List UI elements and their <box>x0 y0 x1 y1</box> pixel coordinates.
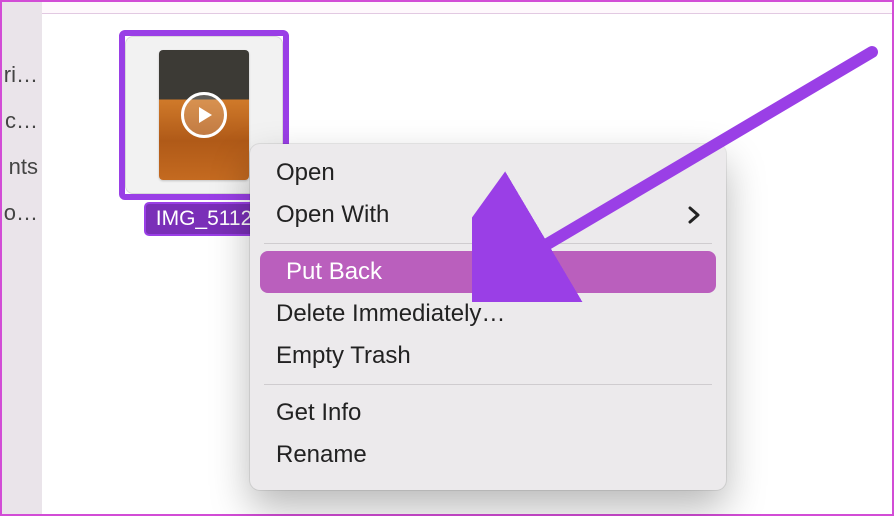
sidebar-item[interactable]: ri… <box>2 52 42 98</box>
menu-delete-immediately[interactable]: Delete Immediately… <box>250 293 726 335</box>
video-play-icon <box>181 92 227 138</box>
menu-open[interactable]: Open <box>250 152 726 194</box>
menu-empty-trash[interactable]: Empty Trash <box>250 335 726 377</box>
menu-separator <box>264 243 712 244</box>
toolbar-strip <box>42 2 892 14</box>
sidebar-item[interactable]: nts <box>2 144 42 190</box>
sidebar-item[interactable]: o… <box>2 190 42 236</box>
sidebar: ri… c… nts o… <box>2 2 42 514</box>
menu-open-with[interactable]: Open With <box>250 194 726 236</box>
chevron-right-icon <box>688 206 700 224</box>
menu-rename[interactable]: Rename <box>250 434 726 476</box>
context-menu: Open Open With Put Back Delete Immediate… <box>250 144 726 490</box>
menu-separator <box>264 384 712 385</box>
file-name-label[interactable]: IMG_5112 <box>144 202 265 236</box>
content-area: IMG_5112 Open Open With Put Back Delete … <box>42 2 892 514</box>
sidebar-item[interactable]: c… <box>2 98 42 144</box>
menu-get-info[interactable]: Get Info <box>250 392 726 434</box>
menu-put-back[interactable]: Put Back <box>260 251 716 293</box>
